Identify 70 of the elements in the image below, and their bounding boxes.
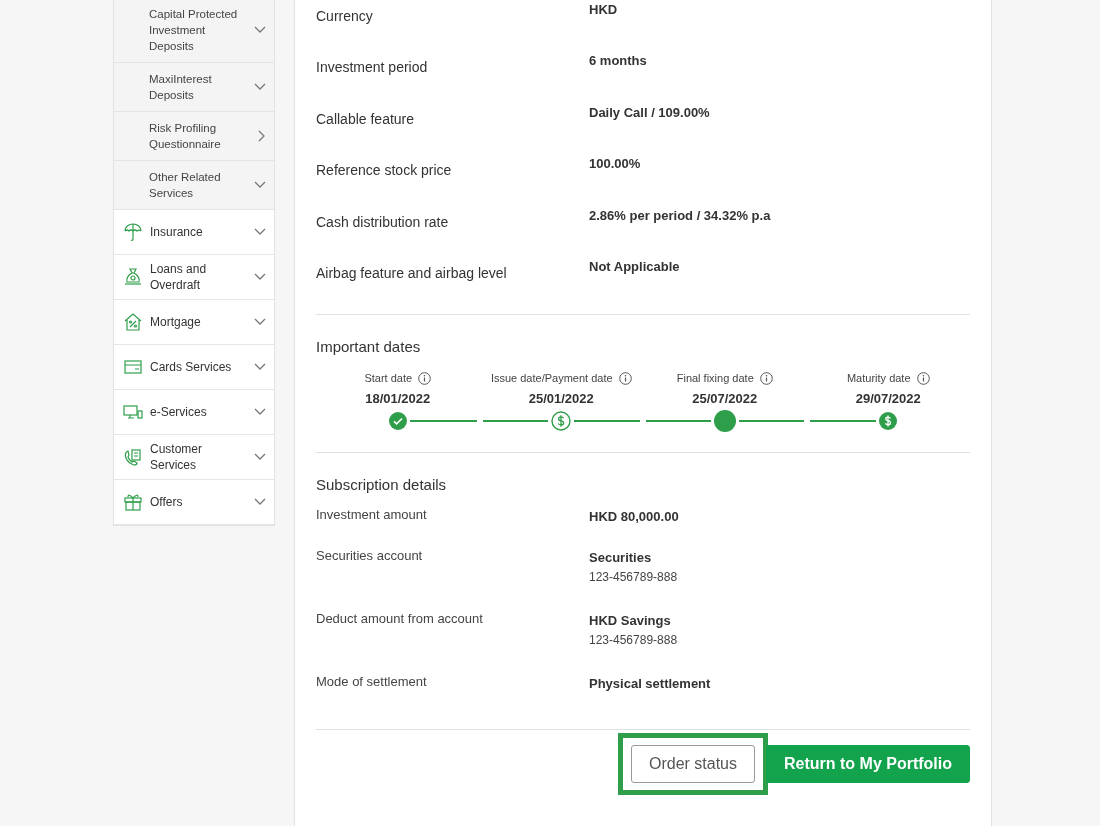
chevron-down-icon (254, 228, 266, 236)
chevron-down-icon (254, 318, 266, 326)
menu-item[interactable]: Cards Services (114, 345, 274, 390)
field-value: 6 months (589, 52, 647, 68)
date-label: Final fixing date (676, 372, 754, 384)
menu-item[interactable]: Loans and Overdraft (114, 255, 274, 300)
date-value: 25/07/2022 (692, 390, 758, 406)
field-label: Cash distribution rate (316, 212, 450, 230)
date-label: Start date (364, 372, 413, 384)
menu-item[interactable]: Customer Services (114, 435, 274, 480)
chevron-down-icon (254, 363, 266, 371)
field-value: HKD Savings (589, 611, 672, 628)
current-step-dot (713, 409, 736, 432)
field-label: Securities account (316, 547, 424, 565)
chevron-down-icon (254, 83, 266, 91)
info-icon[interactable] (418, 371, 432, 385)
card-icon (123, 357, 143, 377)
menu-item[interactable]: e-Services (114, 390, 274, 435)
chevron-right-icon (258, 130, 266, 142)
chevron-down-icon (254, 181, 266, 189)
dollar-circle-icon (551, 410, 572, 431)
money-bag-icon (123, 267, 143, 287)
date-value: 25/01/2022 (528, 390, 594, 406)
section-title: Subscription details (316, 475, 448, 493)
devices-icon (123, 402, 143, 422)
chevron-down-icon (254, 273, 266, 281)
field-label: Deduct amount from account (316, 610, 484, 628)
date-value: 29/07/2022 (855, 390, 921, 406)
date-label: Issue date/Payment date (490, 372, 613, 384)
account-number: 123-456789-888 (589, 569, 678, 584)
check-circle-icon (388, 411, 407, 430)
field-label: Investment amount (316, 506, 428, 524)
field-value: Not Applicable (589, 258, 680, 274)
info-icon[interactable] (759, 371, 773, 385)
submenu-item[interactable]: Other Related Services (114, 161, 274, 210)
phone-document-icon (123, 447, 143, 467)
field-label: Callable feature (316, 109, 416, 127)
account-number: 123-456789-888 (589, 632, 678, 647)
dollar-circle-icon (879, 411, 898, 430)
house-percent-icon (123, 312, 143, 332)
submenu-item[interactable]: MaxiInterest Deposits (114, 63, 274, 112)
info-icon[interactable] (618, 371, 632, 385)
field-value: 100.00% (589, 155, 641, 171)
info-icon[interactable] (916, 371, 930, 385)
chevron-down-icon (254, 26, 266, 34)
chevron-down-icon (254, 453, 266, 461)
umbrella-icon (123, 222, 143, 242)
field-value: Physical settlement (589, 674, 711, 691)
date-label: Maturity date (846, 372, 911, 384)
chevron-down-icon (254, 408, 266, 416)
field-value: Securities (589, 548, 653, 565)
section-title: Important dates (316, 337, 422, 355)
field-value: HKD 80,000.00 (589, 507, 679, 524)
menu-item[interactable]: Insurance (114, 210, 274, 255)
field-value: 2.86% per period / 34.32% p.a (589, 206, 771, 223)
date-value: 18/01/2022 (365, 390, 431, 406)
chevron-down-icon (254, 498, 266, 506)
submenu-item[interactable]: Capital Protected Investment Deposits (114, 0, 274, 63)
field-label: Airbag feature and airbag level (316, 264, 508, 281)
gift-icon (123, 492, 143, 512)
menu-item[interactable]: Offers (114, 480, 274, 525)
field-value: Daily Call / 109.00% (589, 103, 710, 120)
field-label: Currency (316, 7, 374, 24)
field-label: Investment period (316, 58, 429, 75)
field-value: HKD (589, 1, 618, 17)
menu-item[interactable]: Mortgage (114, 300, 274, 345)
field-label: Reference stock price (316, 161, 453, 178)
order-status-button[interactable]: Order status (631, 744, 755, 783)
field-label: Mode of settlement (316, 673, 428, 691)
submenu-item[interactable]: Risk Profiling Questionnaire (114, 112, 274, 161)
